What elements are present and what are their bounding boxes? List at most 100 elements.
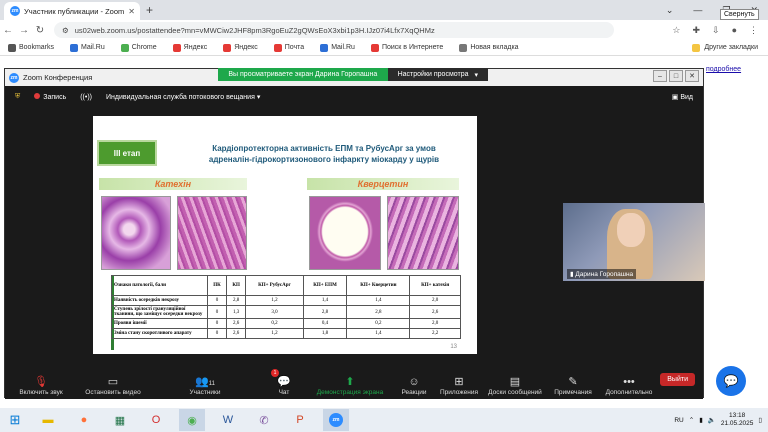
- minimize-icon[interactable]: —: [693, 5, 702, 15]
- browser-tab[interactable]: zm Участник публикации - Zoom ✕: [4, 2, 140, 20]
- bookmark-item[interactable]: Chrome: [113, 43, 165, 52]
- security-shield-icon[interactable]: ⛨: [15, 93, 20, 101]
- whiteboards-button[interactable]: ▤ Доски сообщений: [483, 375, 547, 396]
- minimize-tooltip: Свернуть: [720, 9, 759, 20]
- menu-icon[interactable]: ⋮: [749, 25, 758, 36]
- bookmark-icon: [370, 43, 379, 52]
- close-tab-icon[interactable]: ✕: [128, 7, 135, 16]
- share-screen-icon: ⬆: [345, 376, 355, 388]
- zoom-window-title: Zoom Конференция: [23, 73, 93, 82]
- view-options-dropdown[interactable]: Настройки просмотра ▾: [387, 68, 488, 81]
- right-image-header: Кверцетин: [307, 178, 459, 190]
- histology-image: [101, 196, 171, 270]
- tab-search-icon[interactable]: ⌄: [666, 5, 674, 16]
- stop-video-button[interactable]: ▭ Остановить видео: [77, 375, 149, 396]
- view-button[interactable]: ▣ Вид: [672, 93, 693, 101]
- chat-bubble-button[interactable]: 💬: [716, 366, 746, 396]
- bookmark-item[interactable]: Bookmarks: [0, 43, 62, 52]
- apps-button[interactable]: ⊞ Приложения: [435, 375, 483, 396]
- tab-title: Участник публикации - Zoom: [24, 6, 125, 16]
- zoom-taskbar-icon[interactable]: zm: [323, 409, 349, 431]
- zoom-window: zm Zoom Конференция – □ ✕ ⛨ Запись ((•))…: [4, 68, 705, 399]
- start-button[interactable]: ⊞: [0, 408, 30, 432]
- participants-button[interactable]: 👥11 Участники: [149, 375, 261, 396]
- microphone-muted-icon: 🎙: [34, 376, 48, 388]
- stage-badge: ІІІ етап: [97, 140, 157, 166]
- clock[interactable]: 13:18 21.05.2025: [721, 412, 754, 428]
- leave-button[interactable]: Выйти: [660, 373, 695, 386]
- bookmark-icon: [120, 43, 129, 52]
- unmute-button[interactable]: 🎙 Включить звук: [5, 375, 77, 396]
- bookmark-star-icon[interactable]: ☆: [672, 25, 680, 36]
- bookmark-item[interactable]: Mail.Ru: [312, 43, 363, 52]
- participant-face: [617, 213, 645, 247]
- table-row: Зміна стану скоротливого апарату 0 2,6 1,2 1…: [111, 328, 461, 339]
- share-screen-button[interactable]: ⬆ Демонстрация экрана: [307, 375, 393, 396]
- whiteboard-icon: ▤: [509, 376, 521, 388]
- table-row: Наявність осередків некрозу 0 2,8 1,2 1,4 1,4…: [111, 295, 461, 306]
- participant-video-tile[interactable]: ▮ Дарина Горопашна: [563, 203, 705, 281]
- apps-icon: ⊞: [454, 376, 464, 388]
- table-row: Ступень зрілості грануляційної тканини, …: [111, 305, 461, 319]
- profile-icon[interactable]: ●: [732, 25, 737, 36]
- more-button[interactable]: ••• Дополнительно: [599, 376, 659, 396]
- reload-icon[interactable]: ↻: [32, 25, 48, 36]
- signal-icon: ▮: [570, 271, 574, 278]
- video-camera-icon: ▭: [107, 376, 119, 388]
- record-dot-icon: [34, 93, 41, 99]
- zoom-window-controls: – □ ✕: [653, 70, 699, 82]
- shared-slide: ІІІ етап Кардіопротекторна активність ЕП…: [93, 116, 477, 354]
- file-explorer-icon[interactable]: ▬: [35, 409, 61, 431]
- table-row: Прояви ішемії 0 2,6 0,2 0,4 0,2 2,0: [111, 318, 461, 329]
- chat-icon: 💬: [277, 376, 291, 388]
- bookmark-icon: [459, 43, 468, 52]
- opera-icon[interactable]: O: [143, 409, 169, 431]
- spreadsheet-icon[interactable]: ▦: [107, 409, 133, 431]
- address-bar[interactable]: ⚙ us02web.zoom.us/postattendee?mn=vMWCiw…: [54, 22, 614, 38]
- slide-page-number: 13: [450, 344, 457, 350]
- bookmark-item[interactable]: Mail.Ru: [62, 43, 113, 52]
- bookmark-item[interactable]: Новая вкладка: [451, 43, 526, 52]
- url-text: us02web.zoom.us/postattendee?mn=vMWCiw2J…: [74, 25, 435, 35]
- notifications-icon[interactable]: ▯: [758, 416, 762, 424]
- other-bookmarks[interactable]: Другие закладки: [692, 43, 768, 52]
- bookmark-item[interactable]: Яндекс: [165, 43, 216, 52]
- streaming-service-dropdown[interactable]: Индивидуальная служба потокового вещания…: [106, 93, 260, 101]
- record-indicator[interactable]: Запись: [34, 93, 66, 101]
- word-icon[interactable]: W: [215, 409, 241, 431]
- notes-icon: ✎: [568, 376, 578, 388]
- details-link[interactable]: подробнее: [706, 66, 741, 73]
- zoom-minimize-icon[interactable]: –: [653, 70, 667, 82]
- download-icon[interactable]: ⇩: [712, 25, 720, 36]
- network-icon[interactable]: ▮: [699, 416, 703, 424]
- bookmark-icon: [273, 43, 282, 52]
- bookmark-item[interactable]: Яндекс: [215, 43, 266, 52]
- zoom-close-icon[interactable]: ✕: [685, 70, 699, 82]
- back-icon[interactable]: ←: [0, 25, 16, 36]
- chat-button[interactable]: 💬 1 Чат: [261, 369, 307, 396]
- keyboard-language[interactable]: RU: [674, 417, 683, 424]
- new-tab-button[interactable]: +: [146, 3, 153, 17]
- zoom-favicon-icon: zm: [10, 6, 20, 16]
- streaming-icon: ((•)): [80, 93, 92, 101]
- browser-tab-bar: zm Участник публикации - Zoom ✕ + ⌄ — ❐ …: [0, 0, 768, 20]
- chrome-icon[interactable]: ◉: [179, 409, 205, 431]
- reactions-button[interactable]: ☺ Реакции: [393, 376, 435, 396]
- zoom-maximize-icon[interactable]: □: [669, 70, 683, 82]
- forward-icon[interactable]: →: [16, 25, 32, 36]
- viber-icon[interactable]: ✆: [251, 409, 277, 431]
- notes-button[interactable]: ✎ Примечания: [547, 375, 599, 396]
- firefox-icon[interactable]: ●: [71, 409, 97, 431]
- site-info-icon[interactable]: ⚙: [62, 26, 69, 35]
- slide-title: Кардіопротекторна активність ЕПМ та Рубу…: [208, 144, 440, 164]
- bookmark-item[interactable]: Поиск в Интернете: [363, 43, 451, 52]
- reactions-icon: ☺: [408, 376, 420, 388]
- bookmark-item[interactable]: Почта: [266, 43, 312, 52]
- volume-icon[interactable]: 🔈: [708, 416, 716, 424]
- table-header-row: Ознаки патології, бали ПК КП КП+ РубусАр…: [111, 275, 461, 296]
- powerpoint-icon[interactable]: P: [287, 409, 313, 431]
- tray-chevron-icon[interactable]: ⌃: [689, 416, 694, 424]
- zoom-app-icon: zm: [9, 72, 19, 83]
- extensions-icon[interactable]: ✚: [692, 25, 700, 36]
- more-icon: •••: [623, 376, 635, 388]
